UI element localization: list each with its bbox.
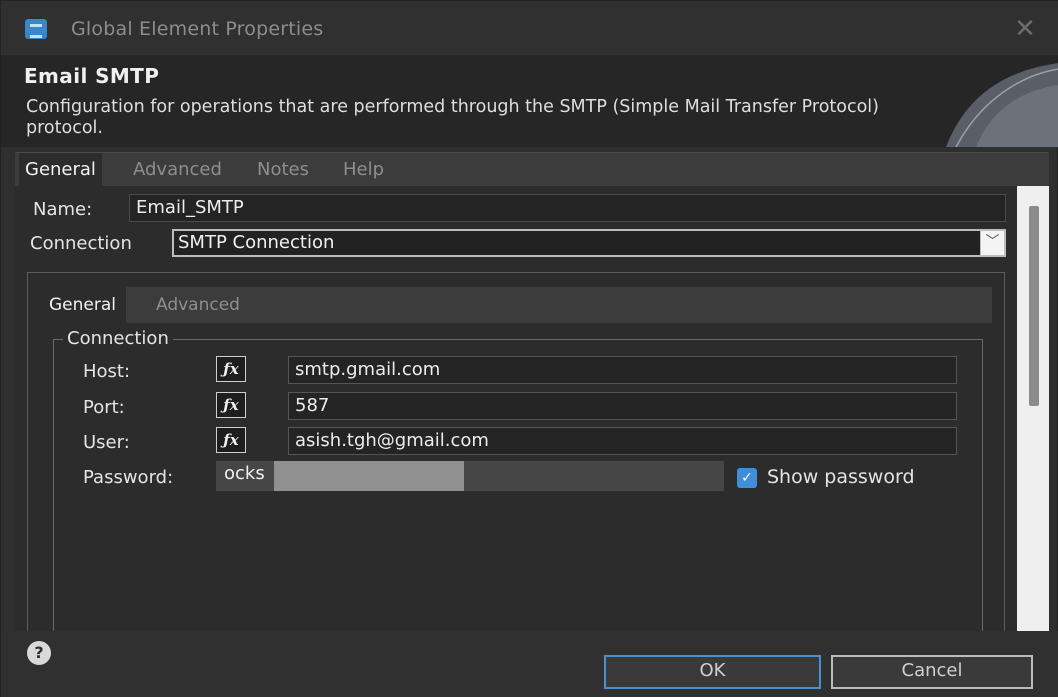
fx-expression-icon[interactable]: ƒx [216,392,246,418]
cancel-button[interactable]: Cancel [831,655,1033,689]
banner-decoration-icon [946,63,1058,147]
fx-expression-icon[interactable]: ƒx [216,427,246,453]
app-icon [25,19,47,39]
password-value: ocks [224,463,265,484]
host-field[interactable]: smtp.gmail.com [288,356,957,384]
connection-select[interactable]: SMTP Connection ﹀ [172,229,1006,257]
show-password-checkbox[interactable]: ✓ [737,468,757,488]
title-bar: Global Element Properties ✕ [1,1,1058,55]
close-icon[interactable]: ✕ [1011,15,1039,43]
password-field[interactable]: ocks [216,461,724,491]
chevron-down-icon[interactable]: ﹀ [980,231,1004,255]
help-icon[interactable]: ? [27,641,51,665]
user-label: User: [83,432,130,453]
inner-tab-general[interactable]: General [42,287,126,323]
tab-advanced[interactable]: Advanced [127,153,228,187]
inner-tab-bar: General Advanced [42,287,992,323]
fx-expression-icon[interactable]: ƒx [216,356,246,382]
inner-tab-advanced[interactable]: Advanced [150,287,246,323]
port-label: Port: [83,397,125,418]
connection-label: Connection [30,233,132,254]
show-password-label[interactable]: Show password [767,466,915,488]
connection-group-legend: Connection [63,328,173,349]
name-label: Name: [33,199,93,220]
header-banner: Email SMTP Configuration for operations … [1,55,1058,147]
tab-notes[interactable]: Notes [251,153,315,187]
top-tab-bar: General Advanced Notes Help [15,152,1049,187]
dialog-window: Global Element Properties ✕ Email SMTP C… [0,0,1058,697]
host-label: Host: [83,361,131,382]
connection-select-value: SMTP Connection [178,232,335,253]
password-selection-highlight [274,461,464,491]
window-title: Global Element Properties [71,18,324,40]
scrollbar-thumb[interactable] [1029,206,1039,406]
ok-button[interactable]: OK [604,655,821,689]
tab-help[interactable]: Help [337,153,390,187]
vertical-scrollbar[interactable] [1017,186,1049,631]
name-field[interactable]: Email_SMTP [129,194,1006,222]
user-field[interactable]: asish.tgh@gmail.com [288,427,957,455]
port-field[interactable]: 587 [288,392,957,420]
page-title: Email SMTP [24,64,160,88]
page-description: Configuration for operations that are pe… [26,97,879,138]
password-label: Password: [83,467,174,488]
tab-general[interactable]: General [19,153,102,187]
